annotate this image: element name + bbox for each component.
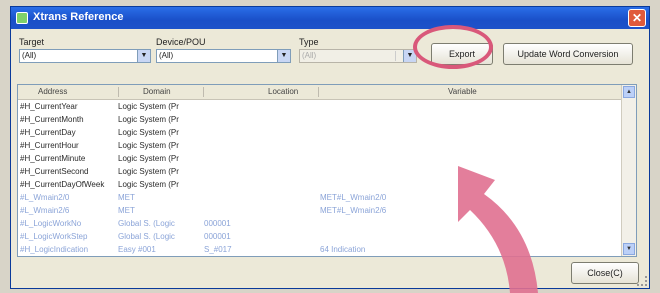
column-divider[interactable] [118, 87, 119, 97]
cell-domain: Easy #001 [118, 245, 156, 254]
scroll-up-icon[interactable]: ▲ [623, 86, 635, 98]
cell-domain: Logic System (Pr [118, 115, 179, 124]
cell-address: #H_CurrentMonth [20, 115, 84, 124]
vertical-scrollbar[interactable]: ▲ ▼ [621, 85, 636, 256]
xtrans-reference-window: Xtrans Reference ✕ Target (All) ▼ Device… [10, 6, 650, 289]
cell-address: #L_LogicWorkStep [20, 232, 88, 241]
update-word-conversion-button[interactable]: Update Word Conversion [503, 43, 633, 65]
type-label: Type [299, 37, 319, 47]
target-value: (All) [22, 51, 37, 60]
cell-domain: MET [118, 206, 135, 215]
column-header-domain[interactable]: Domain [143, 87, 171, 96]
close-button[interactable]: Close(C) [571, 262, 639, 284]
cell-address: #H_CurrentDay [20, 128, 76, 137]
target-label: Target [19, 37, 45, 47]
cell-address: #H_LogicIndication [20, 245, 89, 254]
cell-domain: Logic System (Pr [118, 167, 179, 176]
pointer-arrow-icon [458, 166, 538, 293]
device-select[interactable]: (All) ▼ [156, 49, 291, 63]
title-bar[interactable]: Xtrans Reference ✕ [11, 7, 649, 29]
table-row[interactable]: #H_CurrentYear Logic System (Pr [18, 100, 622, 113]
app-icon [16, 12, 28, 24]
cell-address: #H_CurrentDayOfWeek [20, 180, 105, 189]
column-divider[interactable] [318, 87, 319, 97]
table-row[interactable]: #H_CurrentHour Logic System (Pr [18, 139, 622, 152]
cell-address: #H_CurrentHour [20, 141, 79, 150]
type-select[interactable]: (All) ▼ [299, 49, 417, 63]
cell-domain: Logic System (Pr [118, 180, 179, 189]
device-label: Device/POU [156, 37, 206, 47]
table-row[interactable]: #H_CurrentDay Logic System (Pr [18, 126, 622, 139]
device-value: (All) [159, 51, 174, 60]
close-icon: ✕ [631, 11, 643, 25]
window-title: Xtrans Reference [33, 11, 124, 23]
highlight-circle [413, 25, 493, 69]
type-value: (All) [302, 51, 317, 60]
table-row[interactable]: #H_CurrentMonth Logic System (Pr [18, 113, 622, 126]
chevron-down-icon[interactable]: ▼ [137, 50, 150, 62]
cell-address: #L_Wmain2/0 [20, 193, 70, 202]
column-header-variable[interactable]: Variable [448, 87, 477, 96]
cell-domain: MET [118, 193, 135, 202]
resize-grip[interactable] [637, 276, 647, 286]
cell-domain: Logic System (Pr [118, 141, 179, 150]
cell-domain: Global S. (Logic [118, 232, 175, 241]
cell-domain: Logic System (Pr [118, 102, 179, 111]
column-divider[interactable] [203, 87, 204, 97]
table-header: Address Domain Location Variable [18, 85, 622, 100]
cell-location: 000001 [204, 232, 231, 241]
cell-domain: Logic System (Pr [118, 128, 179, 137]
scroll-down-icon[interactable]: ▼ [623, 243, 635, 255]
target-select[interactable]: (All) ▼ [19, 49, 151, 63]
cell-address: #H_CurrentYear [20, 102, 78, 111]
cell-address: #H_CurrentMinute [20, 154, 86, 163]
cell-location: 000001 [204, 219, 231, 228]
column-header-address[interactable]: Address [38, 87, 67, 96]
cell-domain: Global S. (Logic [118, 219, 175, 228]
cell-location: S_#017 [204, 245, 232, 254]
cell-address: #L_Wmain2/6 [20, 206, 70, 215]
cell-address: #H_CurrentSecond [20, 167, 89, 176]
cell-domain: Logic System (Pr [118, 154, 179, 163]
chevron-down-icon[interactable]: ▼ [277, 50, 290, 62]
cell-address: #L_LogicWorkNo [20, 219, 82, 228]
close-window-button[interactable]: ✕ [628, 9, 646, 27]
column-header-location[interactable]: Location [268, 87, 298, 96]
